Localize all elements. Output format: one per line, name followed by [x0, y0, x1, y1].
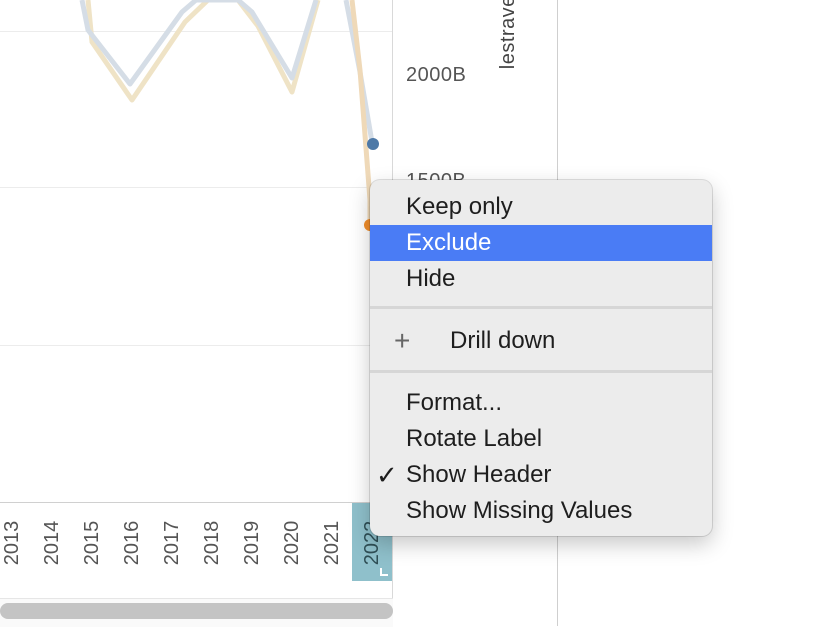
year-label: 2020 — [281, 520, 303, 566]
year-label: 2016 — [121, 520, 143, 566]
menu-separator — [370, 370, 712, 373]
year-header-cell[interactable]: 2018 — [192, 503, 232, 581]
context-menu: Keep only Exclude Hide + Drill down Form… — [370, 180, 712, 536]
menu-item-label: Format... — [406, 389, 503, 416]
menu-item-keep-only[interactable]: Keep only — [370, 189, 712, 225]
line-chart — [79, 0, 379, 231]
menu-item-show-header[interactable]: ✓ Show Header — [370, 457, 712, 493]
menu-item-rotate-label[interactable]: Rotate Label — [370, 421, 712, 457]
menu-item-label: Hide — [406, 265, 456, 292]
menu-item-label: Show Header — [406, 461, 552, 488]
menu-item-show-missing-values[interactable]: Show Missing Values — [370, 493, 712, 529]
year-label: 2013 — [1, 520, 23, 566]
year-label: 2014 — [41, 520, 63, 566]
year-header-cell[interactable]: 2019 — [232, 503, 272, 581]
x-axis-header: 2013 2014 2015 2016 2017 2018 2019 2020 … — [0, 502, 393, 581]
year-label: 2017 — [161, 520, 183, 566]
menu-item-label: Exclude — [406, 229, 492, 256]
y-tick-label: 2000B — [406, 64, 467, 86]
menu-item-drill-down[interactable]: + Drill down — [370, 323, 712, 359]
plus-icon: + — [394, 325, 411, 356]
menu-item-label: Keep only — [406, 193, 513, 220]
menu-item-hide[interactable]: Hide — [370, 261, 712, 297]
series-line-orange-faded — [85, 0, 321, 103]
year-header-cell[interactable]: 2021 — [312, 503, 352, 581]
menu-separator — [370, 306, 712, 309]
resize-handle[interactable] — [380, 568, 388, 576]
menu-item-label: Show Missing Values — [406, 497, 633, 524]
year-header-cell[interactable]: 2015 — [72, 503, 112, 581]
year-header-cell[interactable]: 2020 — [272, 503, 312, 581]
year-header-cell[interactable]: 2016 — [112, 503, 152, 581]
year-header-cell[interactable]: 2017 — [152, 503, 192, 581]
year-label: 2018 — [201, 520, 223, 566]
data-point-blue[interactable] — [367, 138, 379, 150]
year-header-cell[interactable]: 2014 — [32, 503, 72, 581]
menu-item-label: Drill down — [450, 327, 556, 354]
menu-item-label: Rotate Label — [406, 425, 543, 452]
menu-item-exclude[interactable]: Exclude — [370, 225, 712, 261]
year-header-cell[interactable]: 2013 — [0, 503, 32, 581]
year-label: 2021 — [321, 520, 343, 566]
chart-plot-area[interactable] — [0, 0, 393, 502]
year-label: 2019 — [241, 520, 263, 566]
horizontal-scrollbar-thumb[interactable] — [0, 603, 393, 619]
year-label: 2015 — [81, 520, 103, 566]
menu-item-format[interactable]: Format... — [370, 385, 712, 421]
checkmark-icon: ✓ — [376, 460, 398, 490]
